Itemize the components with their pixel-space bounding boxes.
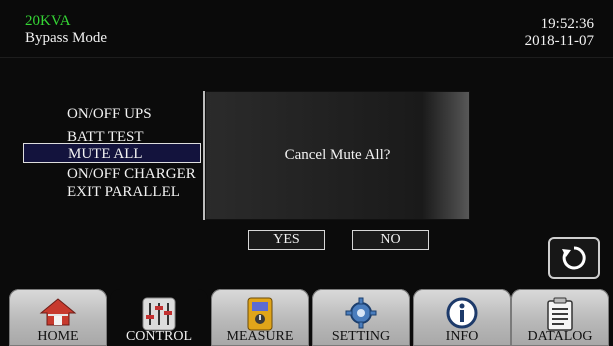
tab-control-label: CONTROL [125,329,193,344]
yes-button[interactable]: YES [248,230,325,250]
dialog-message: Cancel Mute All? [284,147,391,163]
sliders-icon [142,297,176,331]
back-button[interactable] [548,237,600,279]
tab-info-label: INFO [445,329,479,344]
clipboard-icon [547,297,573,331]
refresh-icon [562,246,586,270]
tab-datalog[interactable]: DATALOG [511,289,609,346]
tab-control[interactable]: CONTROL [110,289,208,346]
ups-model: 20KVA [25,13,71,29]
tab-measure[interactable]: MEASURE [211,289,309,346]
header-bar: 20KVA Bypass Mode 19:52:36 2018-11-07 [0,0,613,58]
home-icon [39,298,77,326]
ups-screen: 20KVA Bypass Mode 19:52:36 2018-11-07 ON… [0,0,613,346]
no-button[interactable]: NO [352,230,429,250]
tab-datalog-label: DATALOG [527,329,593,344]
gear-icon [345,297,377,329]
menu-item-exit-parallel[interactable]: EXIT PARALLEL [23,182,201,202]
tab-setting-label: SETTING [331,329,391,344]
confirm-dialog: Cancel Mute All? [203,91,470,220]
info-icon [446,297,478,329]
clock-date: 2018-11-07 [524,33,594,49]
bottom-tabs: HOME CONTROL MEASURE SETTING INFO DATALO… [0,289,613,346]
menu-item-on-off-charger[interactable]: ON/OFF CHARGER [23,164,201,184]
clock-time: 19:52:36 [540,16,594,32]
tab-home-label: HOME [37,329,79,344]
tab-setting[interactable]: SETTING [312,289,410,346]
tab-measure-label: MEASURE [226,329,294,344]
ups-mode: Bypass Mode [25,30,108,46]
menu-item-mute-all[interactable]: MUTE ALL [23,143,201,163]
multimeter-icon [247,297,273,331]
tab-info[interactable]: INFO [413,289,511,346]
tab-home[interactable]: HOME [9,289,107,346]
menu-item-on-off-ups[interactable]: ON/OFF UPS [23,104,201,124]
